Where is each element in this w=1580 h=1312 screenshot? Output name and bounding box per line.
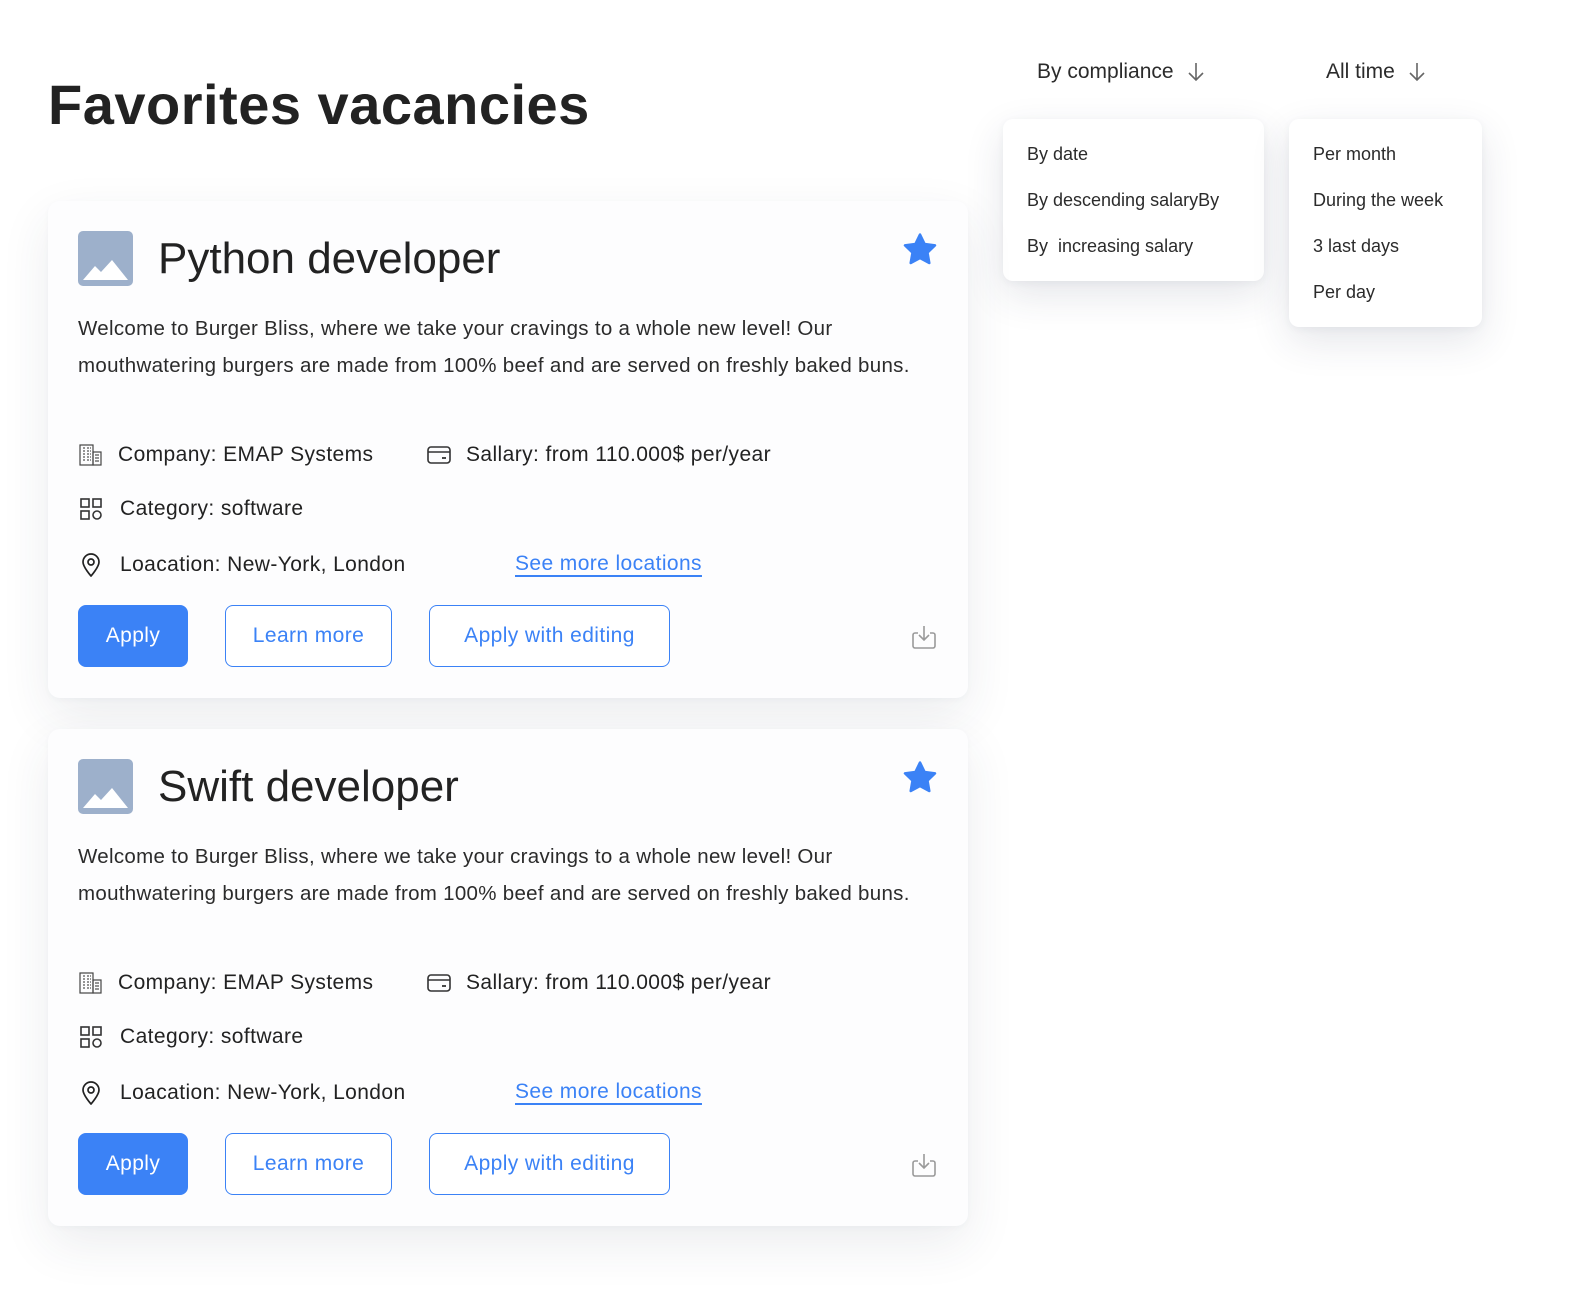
sort-option-by-date[interactable]: By date xyxy=(1027,139,1240,185)
time-period-label: All time xyxy=(1326,60,1395,83)
salary-text: Sallary: from 110.000$ per/year xyxy=(466,971,771,994)
grid-icon xyxy=(80,498,102,520)
category-info: Category: software xyxy=(78,1024,303,1050)
vacancy-card: Python developer Welcome to Burger Bliss… xyxy=(48,201,968,698)
star-icon[interactable] xyxy=(901,231,939,269)
period-options-menu: Per month During the week 3 last days Pe… xyxy=(1289,119,1482,327)
download-icon[interactable] xyxy=(910,1151,938,1179)
learn-more-button[interactable]: Learn more xyxy=(225,605,392,667)
apply-button[interactable]: Apply xyxy=(78,605,188,667)
job-title[interactable]: Python developer xyxy=(158,231,500,287)
sort-option-descending-salary[interactable]: By descending salaryBy xyxy=(1027,185,1240,231)
sort-by-compliance-dropdown[interactable]: By compliance xyxy=(1037,60,1206,84)
arrow-down-icon xyxy=(1409,63,1425,82)
arrow-down-icon xyxy=(1187,63,1204,82)
salary-info: Sallary: from 110.000$ per/year xyxy=(426,442,771,468)
period-option-per-day[interactable]: Per day xyxy=(1313,277,1458,323)
salary-info: Sallary: from 110.000$ per/year xyxy=(426,970,771,996)
image-placeholder-icon xyxy=(78,231,133,286)
salary-text: Sallary: from 110.000$ per/year xyxy=(466,443,771,466)
image-placeholder-icon xyxy=(78,759,133,814)
map-pin-icon xyxy=(82,553,100,577)
sort-by-compliance-label: By compliance xyxy=(1037,60,1174,83)
vacancy-card: Swift developer Welcome to Burger Bliss,… xyxy=(48,729,968,1226)
apply-button[interactable]: Apply xyxy=(78,1133,188,1195)
period-option-per-month[interactable]: Per month xyxy=(1313,139,1458,185)
period-option-3-days[interactable]: 3 last days xyxy=(1313,231,1458,277)
wallet-icon xyxy=(427,446,451,464)
learn-more-button[interactable]: Learn more xyxy=(225,1133,392,1195)
job-description: Welcome to Burger Bliss, where we take y… xyxy=(78,845,910,905)
map-pin-icon xyxy=(82,1081,100,1105)
location-text: Loacation: New-York, London xyxy=(120,553,406,576)
category-text: Category: software xyxy=(120,497,304,520)
company-info: Company: EMAP Systems xyxy=(78,970,373,996)
location-info: Loacation: New-York, London xyxy=(78,1080,406,1106)
category-info: Category: software xyxy=(78,496,303,522)
company-info: Company: EMAP Systems xyxy=(78,442,373,468)
location-text: Loacation: New-York, London xyxy=(120,1081,406,1104)
job-description: Welcome to Burger Bliss, where we take y… xyxy=(78,317,910,377)
company-text: Company: EMAP Systems xyxy=(118,971,374,994)
sort-options-menu: By date By descending salaryBy By increa… xyxy=(1003,119,1264,281)
job-title[interactable]: Swift developer xyxy=(158,759,459,815)
time-period-dropdown[interactable]: All time xyxy=(1326,60,1427,84)
period-option-week[interactable]: During the week xyxy=(1313,185,1458,231)
apply-with-editing-button[interactable]: Apply with editing xyxy=(429,605,670,667)
page-title: Favorites vacancies xyxy=(48,73,590,136)
see-more-locations-link[interactable]: See more locations xyxy=(515,1080,702,1104)
grid-icon xyxy=(80,1026,102,1048)
apply-with-editing-button[interactable]: Apply with editing xyxy=(429,1133,670,1195)
location-info: Loacation: New-York, London xyxy=(78,552,406,578)
download-icon[interactable] xyxy=(910,623,938,651)
wallet-icon xyxy=(427,974,451,992)
building-icon xyxy=(79,972,102,994)
star-icon[interactable] xyxy=(901,759,939,797)
company-text: Company: EMAP Systems xyxy=(118,443,374,466)
sort-option-increasing-salary[interactable]: By increasing salary xyxy=(1027,231,1240,277)
see-more-locations-link[interactable]: See more locations xyxy=(515,552,702,576)
category-text: Category: software xyxy=(120,1025,304,1048)
building-icon xyxy=(79,444,102,466)
